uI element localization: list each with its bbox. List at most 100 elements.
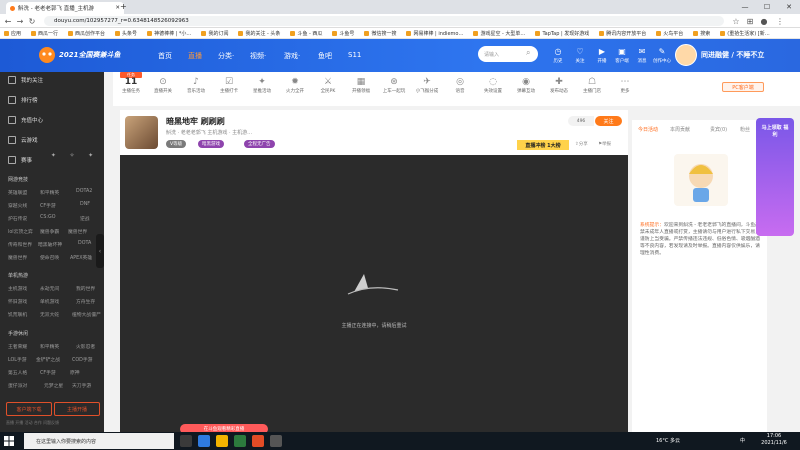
client-download-button[interactable]: 客户端下载 <box>6 402 52 416</box>
bookmark-item[interactable]: 我的订阅 <box>201 30 228 37</box>
pc-client-button[interactable]: PC客户端 <box>722 82 764 92</box>
ranking-badge[interactable]: 直播冲榜 1大榜 <box>517 140 569 150</box>
sidebar-sub-link[interactable]: 元梦之星 <box>44 382 63 389</box>
header-broadcast[interactable]: ▶ 开播 <box>592 46 612 68</box>
sidebar-sub-link[interactable]: 火影忍者 <box>76 343 95 350</box>
bookmark-item[interactable]: 微信搜一搜 <box>364 30 396 37</box>
app-icon[interactable] <box>270 435 282 447</box>
category-item[interactable]: ◉ 弹幕互动 <box>513 76 539 94</box>
chrome-icon[interactable] <box>252 435 264 447</box>
menu-icon[interactable]: ⋮ <box>774 15 786 27</box>
sidebar-sub-link[interactable]: CF手游 <box>40 369 56 376</box>
sidebar-sub-link[interactable]: 饥荒联机 <box>8 311 27 318</box>
new-tab-button[interactable]: + <box>120 2 127 11</box>
profile-icon[interactable]: ● <box>758 15 770 27</box>
close-window-button[interactable]: ✕ <box>778 0 800 14</box>
sidebar-sub-link[interactable]: 我的世界 <box>76 285 95 292</box>
task-view-icon[interactable] <box>180 435 192 447</box>
sidebar-sub-link[interactable]: COD手游 <box>72 356 92 363</box>
sidebar-sub-link[interactable]: 方舟生存 <box>76 298 95 305</box>
activity-ad[interactable]: 马上领取 福利 <box>756 118 794 236</box>
nav-category[interactable]: 分类· <box>218 51 234 61</box>
start-broadcast-button[interactable]: 主播开播 <box>54 402 100 416</box>
category-item[interactable]: 11 主播任务 <box>118 76 144 94</box>
sidebar-sub-link[interactable]: LOL手游 <box>8 356 27 363</box>
tab-fans[interactable]: 粉丝 <box>740 126 750 133</box>
sidebar-sub-link[interactable]: 逆战 <box>80 215 90 222</box>
sidebar-sub-link[interactable]: 第五人格 <box>8 369 27 376</box>
sidebar-item-ranking[interactable]: 排行榜 <box>8 96 38 104</box>
site-logo[interactable]: 2021全国赛兼斗鱼 <box>38 44 133 66</box>
browser-tab-active[interactable]: 斛洗 - 老老老郭飞 直播_主机游 ✕ <box>6 2 124 14</box>
bookmark-item[interactable]: 腾讯内容开放平台 <box>599 30 646 37</box>
sidebar-sub-link[interactable]: 永劫无间 <box>40 285 59 292</box>
bookmark-item[interactable]: 应用 <box>4 30 21 37</box>
sidebar-sub-link[interactable]: 蛋仔派对 <box>8 382 27 389</box>
taskbar-clock[interactable]: 17:06 2021/11/6 <box>752 433 796 447</box>
taskbar-search-input[interactable]: 在这里输入你要搜索的内容 <box>24 433 174 449</box>
nav-home[interactable]: 首页 <box>158 51 172 61</box>
sidebar-collapse-handle[interactable]: ‹ <box>96 234 104 268</box>
share-button[interactable]: ⇪ 分享 <box>575 141 588 148</box>
nav-fishbar[interactable]: 鱼吧 <box>318 51 332 61</box>
sidebar-sub-link[interactable]: 使命召唤 <box>40 254 59 261</box>
category-item[interactable]: ✹ 火力全开 <box>282 76 308 94</box>
sidebar-sub-link[interactable]: 和平精英 <box>40 189 59 196</box>
room-tag[interactable]: 全程无广告 <box>244 140 275 148</box>
bookmark-item[interactable]: 网易棒棒 | indiemo… <box>406 30 463 37</box>
header-creator[interactable]: ✎ 创作中心 <box>652 46 672 68</box>
bookmark-item[interactable]: 我的关注 - 头条 <box>238 30 280 37</box>
sidebar-sub-link[interactable]: 魔兽世界 <box>8 254 27 261</box>
app-icon[interactable] <box>234 435 246 447</box>
sidebar-sub-link[interactable]: 魔兽世界 <box>68 228 87 235</box>
weather-widget[interactable]: 16°C 多云 <box>656 437 680 444</box>
bookmark-item[interactable]: 神德棒棒 | *小… <box>147 30 191 37</box>
header-message[interactable]: ✉ 消息 <box>632 46 652 68</box>
user-banner[interactable]: 同进融健 / 不睡不立 <box>675 42 797 68</box>
minimize-button[interactable]: — <box>734 0 756 14</box>
edge-icon[interactable] <box>198 435 210 447</box>
sidebar-item-cloud-game[interactable]: 云游戏 <box>8 136 38 144</box>
sidebar-sub-link[interactable]: APEX英雄 <box>70 254 92 261</box>
sidebar-sub-link[interactable]: 主机游戏 <box>8 285 27 292</box>
sidebar-sub-link[interactable]: lol云顶之弈 <box>8 228 33 235</box>
windows-start-icon[interactable] <box>4 436 14 446</box>
bookmark-item[interactable]: TapTap | 发现好游戏 <box>535 30 589 37</box>
tab-vip[interactable]: 贵宾(0) <box>710 126 727 133</box>
sidebar-sub-link[interactable]: 王者荣耀 <box>8 343 27 350</box>
sidebar-sub-link[interactable]: 炉石传说 <box>8 215 27 222</box>
category-item[interactable]: ✚ 发布动态 <box>546 76 572 94</box>
category-item[interactable]: ☑ 主播打卡 <box>216 76 242 94</box>
category-item[interactable]: ✈ 小飞猴分成 <box>414 76 440 94</box>
category-item[interactable]: ☖ 主播门店 <box>579 76 605 94</box>
sidebar-sub-link[interactable]: 无双大蛇 <box>40 311 59 318</box>
sidebar-sub-link[interactable]: CF手游 <box>40 202 56 209</box>
header-client[interactable]: ▣ 客户端 <box>612 46 632 68</box>
streamer-avatar[interactable] <box>125 116 158 149</box>
category-item[interactable]: ⊛ 上车一起玩 <box>381 76 407 94</box>
sidebar-sub-link[interactable]: 英雄联盟 <box>8 189 27 196</box>
sidebar-sub-link[interactable]: 天刀手游 <box>72 382 91 389</box>
reload-button[interactable]: ↻ <box>26 15 38 27</box>
sidebar-item-esports[interactable]: 赛事 <box>8 156 32 164</box>
maximize-button[interactable]: ☐ <box>756 0 778 14</box>
sidebar-sub-link[interactable]: DOTA <box>78 241 91 246</box>
bookmark-item[interactable]: 西瓜一行 <box>31 30 58 37</box>
sidebar-sub-link[interactable]: 暗黑破坏神 <box>38 241 62 248</box>
bookmark-item[interactable]: 搜索 <box>693 30 710 37</box>
tab-week[interactable]: 本周贡献 <box>670 126 690 133</box>
header-follow[interactable]: ♡ 关注 <box>570 46 590 68</box>
category-item[interactable]: ⋯ 更多 <box>612 76 638 94</box>
sidebar-sub-link[interactable]: CS:GO <box>40 215 56 220</box>
sidebar-sub-link[interactable]: DNF <box>80 202 90 207</box>
sidebar-sub-link[interactable]: 怀旧游戏 <box>8 298 27 305</box>
sidebar-sub-link[interactable]: 传奇和世界 <box>8 241 32 248</box>
bookmark-item[interactable]: 游戏星空 - 大型单… <box>473 30 525 37</box>
bookmark-item[interactable]: 头条号 <box>115 30 137 37</box>
back-button[interactable]: ← <box>2 15 14 27</box>
sidebar-sub-link[interactable]: 穿越火线 <box>8 202 27 209</box>
url-field[interactable]: douyu.com/102957277_r=0.6348148526092963 <box>44 16 724 26</box>
sidebar-sub-link[interactable]: 原神 <box>70 369 80 376</box>
sidebar-sub-link[interactable]: DOTA2 <box>76 189 92 194</box>
bookmark-item[interactable]: 西瓜创作平台 <box>68 30 105 37</box>
